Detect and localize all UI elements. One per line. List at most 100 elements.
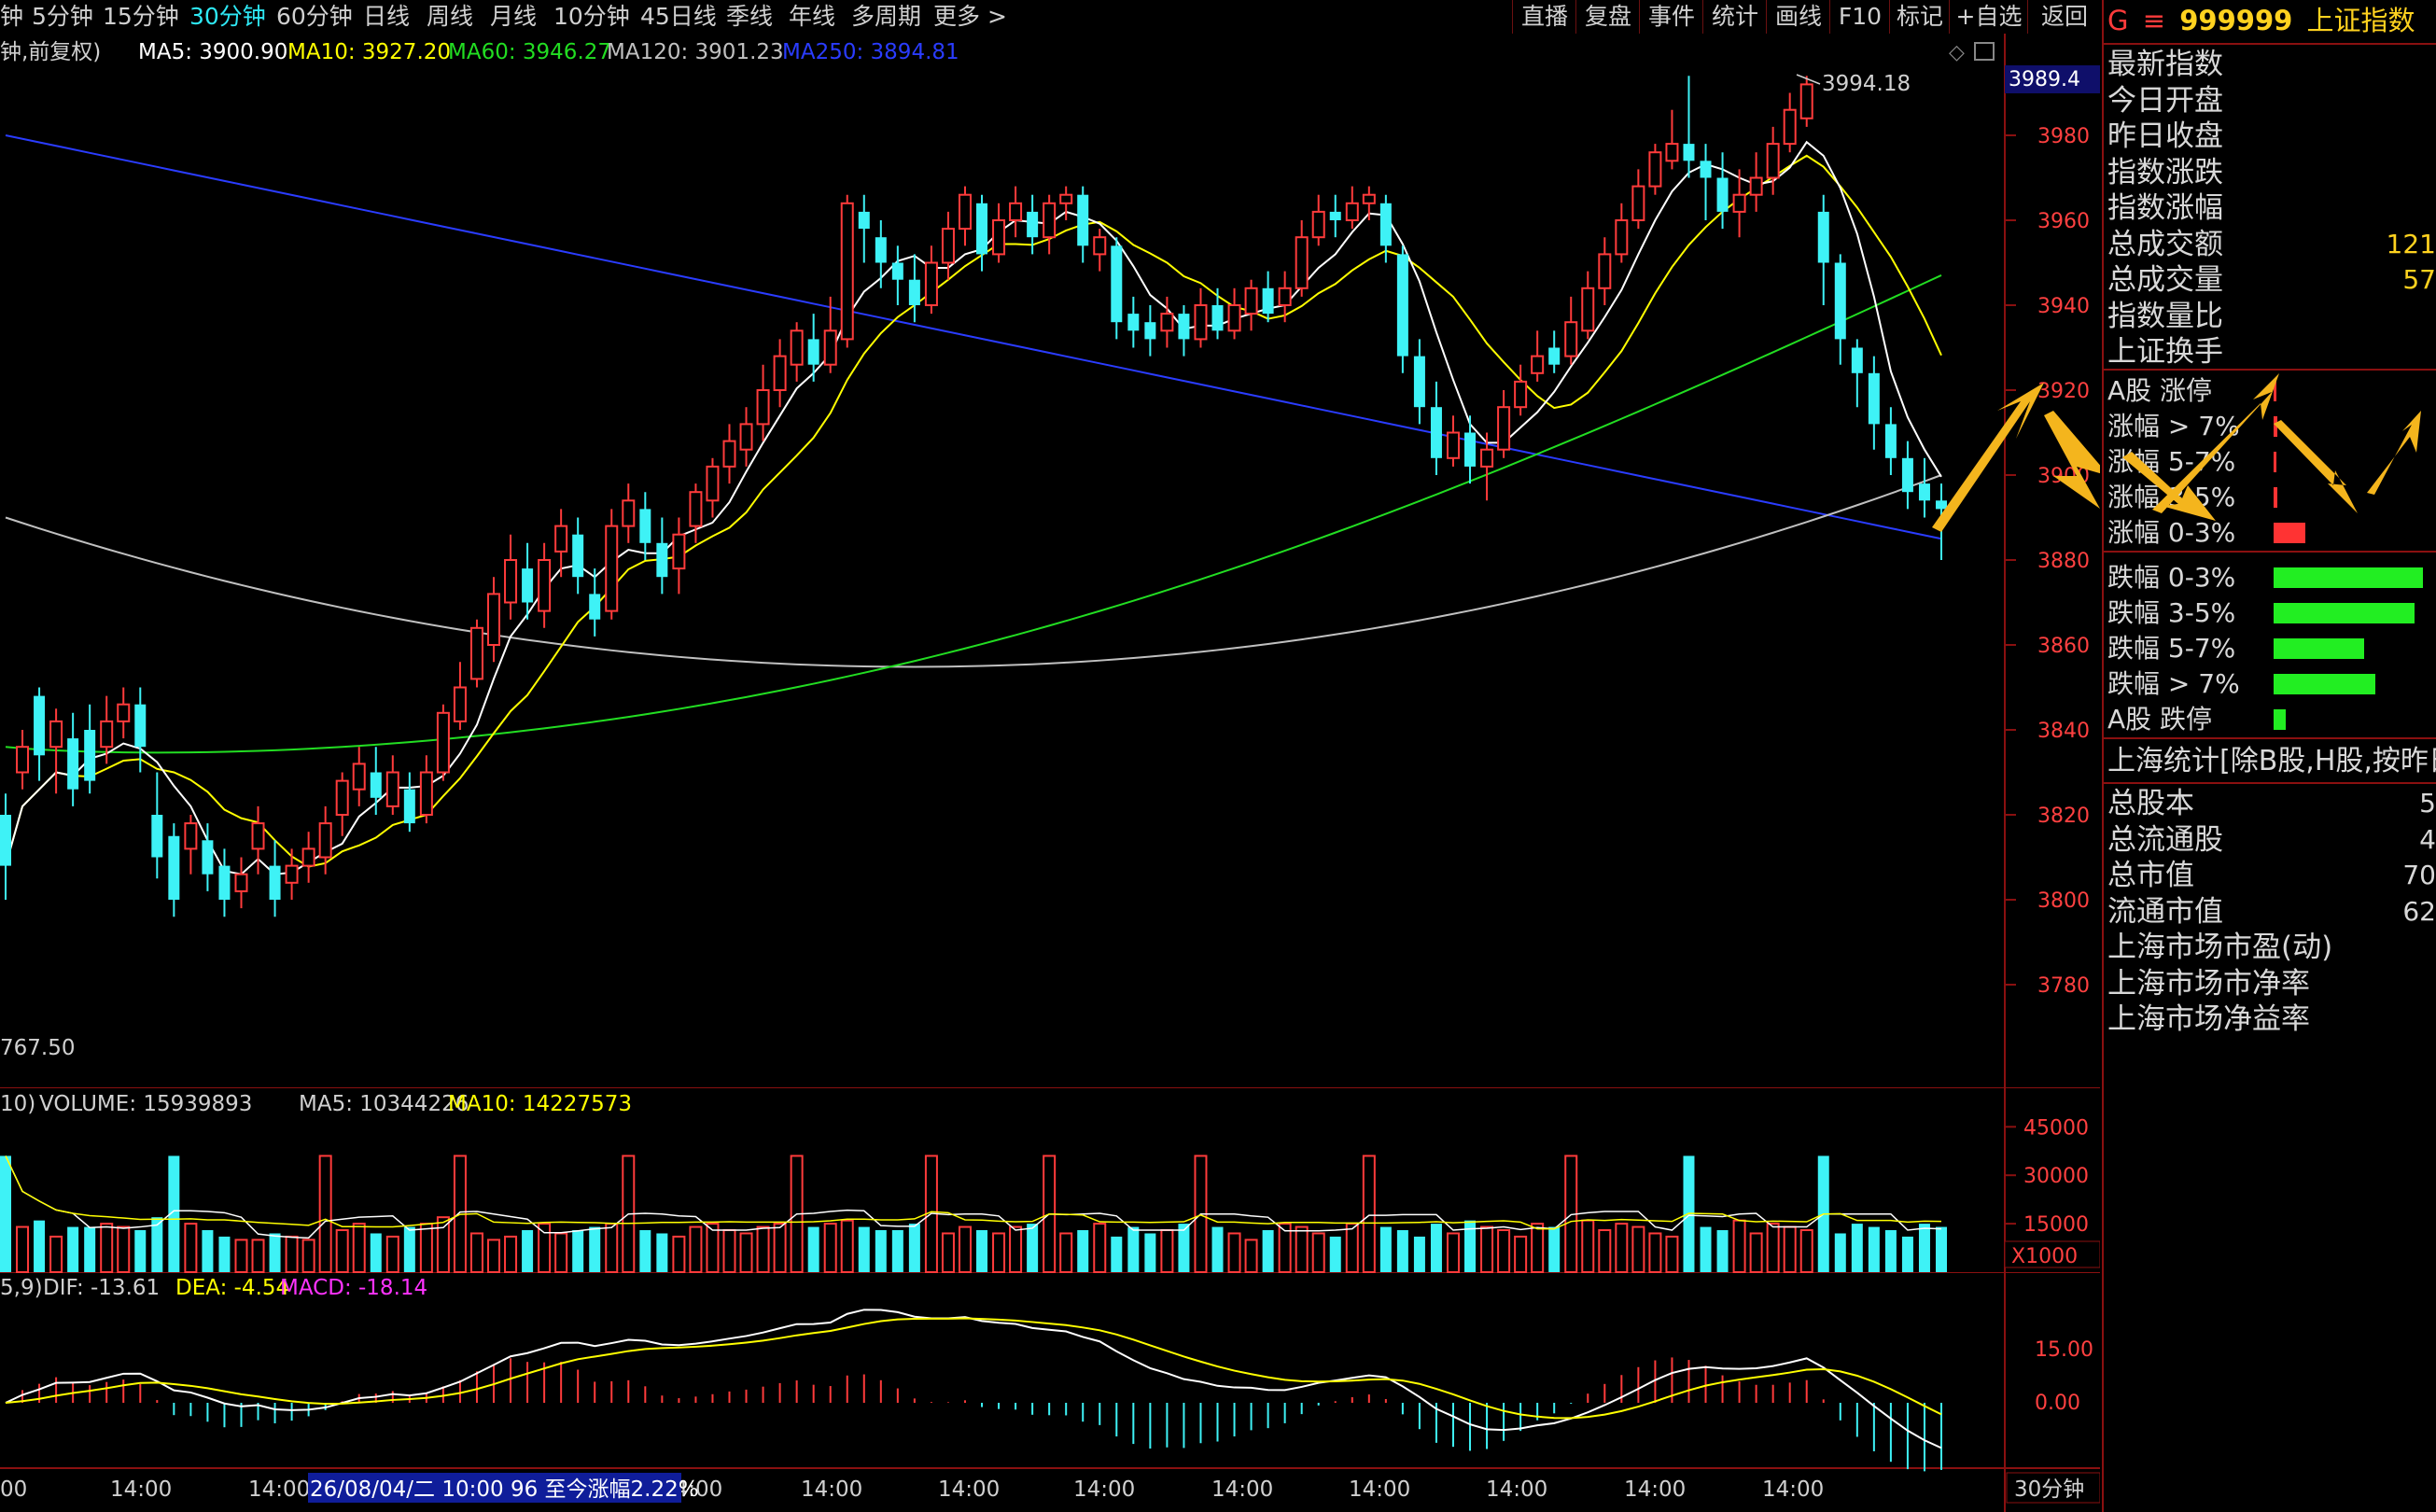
period-select[interactable]: 30分钟 bbox=[2014, 1477, 2084, 1502]
period-tab-day[interactable]: 日线 bbox=[363, 0, 410, 34]
candle-body bbox=[992, 219, 1006, 256]
divider bbox=[2104, 551, 2436, 553]
candle-body bbox=[840, 202, 854, 341]
period-tab-30min[interactable]: 30分钟 bbox=[189, 0, 266, 34]
volume-bar bbox=[941, 1232, 955, 1273]
volume-bar bbox=[1631, 1225, 1645, 1273]
period-tab-month[interactable]: 月线 bbox=[490, 0, 537, 34]
breadth-label: 跌幅 0-3% bbox=[2107, 562, 2236, 593]
candle-body bbox=[1144, 322, 1156, 340]
quote-field-value: 57 bbox=[2402, 264, 2436, 295]
period-tab[interactable]: 钟 bbox=[0, 0, 23, 34]
f10-button[interactable]: F10 bbox=[1829, 0, 1890, 34]
volume-bar bbox=[1027, 1224, 1039, 1272]
period-tab-season[interactable]: 季线 bbox=[726, 0, 773, 34]
stats-button[interactable]: 统计 bbox=[1702, 0, 1767, 34]
volume-bar bbox=[1262, 1230, 1274, 1272]
add-watchlist-button[interactable]: +自选 bbox=[1949, 0, 2028, 34]
volume-bar bbox=[184, 1223, 198, 1273]
volume-bar bbox=[1345, 1223, 1359, 1273]
candle-body bbox=[554, 525, 568, 553]
candle-body bbox=[1160, 313, 1174, 332]
time-label: 14:00 bbox=[1762, 1477, 1824, 1502]
quote-panel: G ≡ 999999 上证指数 最新指数 今日开盘 昨日收盘 指数涨跌 指数涨幅 总成交额… bbox=[2102, 0, 2436, 1512]
candle-body bbox=[1700, 161, 1712, 178]
candle-body bbox=[773, 355, 787, 392]
legend-ma250: MA250: 3894.81 bbox=[782, 40, 959, 64]
period-tab-multi[interactable]: 多周期 bbox=[851, 0, 921, 34]
candle-body bbox=[117, 703, 131, 722]
volume-bar bbox=[0, 1155, 11, 1272]
period-tab-5min[interactable]: 5分钟 bbox=[32, 0, 93, 34]
back-button[interactable]: 返回 bbox=[2027, 0, 2101, 34]
stats-label: 流通市值 bbox=[2107, 894, 2223, 929]
volume-bar bbox=[656, 1233, 668, 1272]
period-tab-week[interactable]: 周线 bbox=[427, 0, 473, 34]
period-tab-60min[interactable]: 60分钟 bbox=[276, 0, 353, 34]
volume-bar bbox=[1648, 1232, 1662, 1273]
divider bbox=[2104, 737, 2436, 739]
candle-body bbox=[1059, 193, 1073, 204]
period-tab-10min[interactable]: 10分钟 bbox=[553, 0, 630, 34]
volume-legend-prefix: 10) bbox=[0, 1092, 35, 1116]
time-axis: 00 14:00 14:00 14:00 14:00 14:00 14:00 14:00 14:… bbox=[0, 1477, 1824, 1502]
volume-bar bbox=[1514, 1235, 1528, 1273]
candle-body bbox=[807, 339, 819, 365]
candle-body bbox=[1111, 245, 1123, 323]
period-tab-year[interactable]: 年线 bbox=[789, 0, 835, 34]
volume-bar bbox=[1160, 1229, 1174, 1273]
dea-line bbox=[5, 1317, 1942, 1420]
macd-chart[interactable]: 5,9) DIF: -13.61 DEA: -4.54 MACD: -18.14… bbox=[0, 1273, 2100, 1512]
g-flag-icon[interactable]: G bbox=[2107, 5, 2128, 36]
candle-body bbox=[1531, 355, 1545, 374]
candle-body bbox=[875, 237, 887, 263]
volume-bar bbox=[202, 1230, 214, 1272]
price-tick-label: 3920 bbox=[2037, 380, 2090, 403]
events-button[interactable]: 事件 bbox=[1639, 0, 1703, 34]
legend-ma120: MA120: 3901.23 bbox=[607, 40, 784, 64]
candle-body bbox=[1615, 219, 1629, 256]
quote-field-label: 指数涨跌 bbox=[2107, 155, 2223, 189]
candle-body bbox=[1178, 314, 1190, 340]
window-toggle-icon[interactable] bbox=[1974, 42, 1995, 61]
candle-body bbox=[352, 763, 366, 791]
volume-bar bbox=[269, 1233, 281, 1272]
volume-bar bbox=[823, 1223, 837, 1273]
volume-bar bbox=[554, 1232, 568, 1273]
live-button[interactable]: 直播 bbox=[1512, 0, 1576, 34]
volume-bar bbox=[706, 1223, 720, 1273]
volume-bar bbox=[251, 1239, 265, 1273]
volume-bar bbox=[352, 1223, 366, 1273]
quote-field-label: 总成交额 bbox=[2107, 227, 2223, 261]
diamond-icon[interactable]: ◇ bbox=[1949, 41, 1965, 64]
time-tooltip: 26/08/04/二 10:00 96 至今涨幅2.22% bbox=[310, 1477, 699, 1502]
volume-bar bbox=[522, 1230, 534, 1272]
mark-button[interactable]: 标记 bbox=[1889, 0, 1950, 34]
quote-field-label: 最新指数 bbox=[2107, 48, 2223, 81]
candle-body bbox=[1683, 144, 1695, 161]
candlestick-chart[interactable]: 钟,前复权) MA5: 3900.90 MA10: 3927.20 MA60: … bbox=[0, 34, 2100, 1088]
dif-line bbox=[5, 1309, 1942, 1449]
more-periods-button[interactable]: 更多 > bbox=[933, 0, 1007, 34]
stock-code: 999999 bbox=[2179, 5, 2293, 36]
candle-body bbox=[1329, 211, 1341, 220]
period-tab-15min[interactable]: 15分钟 bbox=[103, 0, 179, 34]
volume-bar bbox=[1918, 1224, 1930, 1272]
volume-bar bbox=[100, 1223, 114, 1273]
period-tab-45day[interactable]: 45日线 bbox=[640, 0, 717, 34]
draw-line-button[interactable]: 画线 bbox=[1766, 0, 1830, 34]
time-label: 14:00 bbox=[1073, 1477, 1135, 1502]
decline-bar bbox=[2274, 603, 2415, 623]
replay-button[interactable]: 复盘 bbox=[1575, 0, 1640, 34]
volume-bar bbox=[1244, 1239, 1258, 1273]
volume-bar bbox=[1093, 1223, 1107, 1273]
candle-body bbox=[151, 815, 163, 858]
candle-body bbox=[1480, 448, 1494, 468]
candle-body bbox=[1648, 151, 1662, 188]
candle-body bbox=[689, 491, 703, 527]
time-label: 14:00 bbox=[1349, 1477, 1410, 1502]
menu-icon[interactable]: ≡ bbox=[2143, 5, 2165, 36]
volume-chart[interactable]: 10) VOLUME: 15939893 MA5: 10344226 MA10:… bbox=[0, 1088, 2100, 1273]
volume-bar bbox=[1665, 1235, 1679, 1273]
stock-name: 上证指数 bbox=[2306, 5, 2415, 36]
